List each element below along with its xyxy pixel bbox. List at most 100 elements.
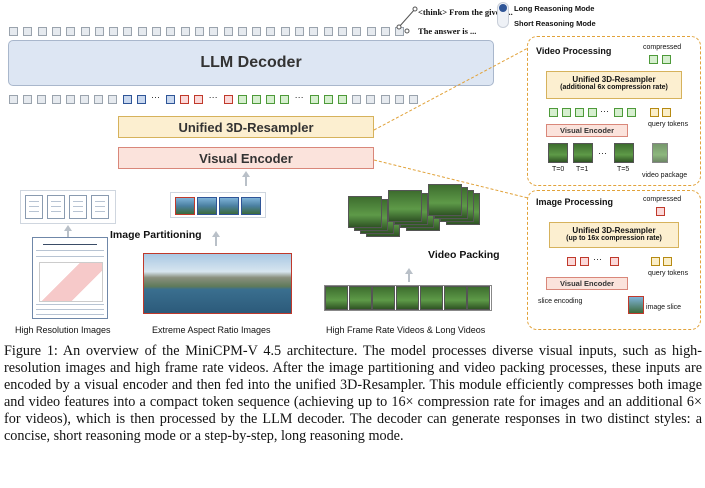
up-arrow-icon — [212, 231, 220, 237]
token — [136, 95, 146, 104]
video-encoder-label: Visual Encoder — [559, 126, 615, 135]
answer-text: The answer is ... — [418, 26, 477, 36]
video-resampler-sub: (additional 6x compression rate) — [560, 84, 668, 91]
query-token — [662, 108, 671, 117]
token — [123, 27, 133, 36]
token — [223, 95, 233, 104]
token — [280, 95, 290, 104]
image-resampler-block: Unified 3D-Resampler (up to 16x compress… — [549, 222, 679, 248]
token — [309, 27, 319, 36]
image-visual-encoder-block: Visual Encoder — [546, 277, 628, 290]
token-ellipsis: ··· — [294, 92, 304, 102]
image-processing-title: Image Processing — [536, 197, 614, 207]
token — [80, 27, 90, 36]
frame-t0-label: T=0 — [552, 166, 565, 173]
image-slice-thumbnail — [628, 296, 644, 314]
resampler-label: Unified 3D-Resampler — [178, 119, 314, 135]
image-partitioning-label: Image Partitioning — [110, 229, 202, 241]
token — [109, 27, 119, 36]
token — [108, 95, 118, 104]
image-token-ellipsis: ··· — [593, 254, 602, 264]
extreme-aspect-ratio-label: Extreme Aspect Ratio Images — [152, 325, 271, 335]
arrow-stem — [245, 176, 247, 186]
arrow-stem — [215, 236, 217, 246]
token — [180, 27, 190, 36]
arrow-stem — [408, 274, 410, 282]
compressed-token — [662, 55, 671, 64]
token — [280, 27, 290, 36]
video-compressed-label: compressed — [643, 44, 682, 51]
panel-connectors — [373, 47, 529, 199]
token — [562, 108, 571, 117]
token — [266, 27, 276, 36]
token — [194, 27, 204, 36]
token — [266, 95, 276, 104]
extreme-aspect-ratio-image — [143, 253, 292, 314]
strip-video-frame — [396, 286, 420, 310]
video-frame — [614, 143, 634, 163]
token — [51, 27, 61, 36]
token — [295, 27, 304, 36]
token — [80, 95, 89, 104]
token — [51, 95, 61, 104]
image-feature-token — [567, 257, 576, 266]
token — [9, 27, 18, 36]
token — [366, 27, 376, 36]
strip-video-frame — [325, 286, 348, 310]
image-resampler-label: Unified 3D-Resampler — [572, 226, 656, 235]
compressed-token — [649, 55, 658, 64]
video-frames-strip — [324, 285, 492, 311]
unified-3d-resampler-block: Unified 3D-Resampler — [118, 116, 374, 138]
up-arrow-icon — [242, 171, 250, 177]
token-ellipsis: ··· — [151, 92, 160, 102]
partitioned-doc-slices — [20, 190, 116, 224]
image-slice-label: image slice — [646, 304, 682, 311]
token — [37, 95, 47, 104]
slice-encoding-label: slice encoding — [538, 298, 583, 305]
video-processing-title: Video Processing — [536, 46, 612, 56]
strip-video-frame — [348, 286, 372, 310]
token — [549, 108, 558, 117]
token — [252, 27, 262, 36]
token — [152, 27, 161, 36]
query-token — [650, 108, 659, 117]
token — [122, 95, 132, 104]
token — [166, 95, 175, 104]
token — [180, 95, 190, 104]
token — [37, 27, 47, 36]
high-resolution-document-image — [32, 237, 108, 319]
query-token — [663, 257, 672, 266]
reasoning-mode-toggle[interactable] — [497, 2, 509, 28]
strip-video-frame — [372, 286, 396, 310]
up-arrow-icon — [405, 268, 413, 274]
video-resampler-block: Unified 3D-Resampler (additional 6x comp… — [546, 71, 682, 99]
token — [252, 95, 261, 104]
token — [627, 108, 636, 117]
frame-ellipsis: ··· — [598, 148, 607, 158]
token — [137, 27, 147, 36]
frame-t5-label: T=5 — [617, 166, 630, 173]
video-frame — [573, 143, 593, 163]
video-token-ellipsis: ··· — [600, 106, 609, 116]
stacked-video-frame — [348, 196, 382, 228]
encoder-label: Visual Encoder — [199, 150, 293, 166]
token — [237, 95, 247, 104]
stacked-video-frame — [388, 190, 422, 222]
mode-switch-lines-icon — [396, 6, 418, 34]
token — [66, 27, 76, 36]
token — [9, 95, 18, 104]
strip-video-frame — [467, 286, 491, 310]
token — [352, 95, 362, 104]
video-package-label: video package — [642, 172, 688, 179]
token — [380, 27, 390, 36]
stacked-video-frame — [428, 184, 462, 216]
video-packing-label: Video Packing — [428, 249, 500, 261]
video-resampler-label: Unified 3D-Resampler — [572, 75, 656, 84]
long-reasoning-mode[interactable]: Long Reasoning Mode — [514, 4, 594, 13]
token — [94, 27, 104, 36]
query-token — [651, 257, 660, 266]
image-resampler-sub: (up to 16x compression rate) — [566, 235, 662, 242]
compressed-token — [656, 207, 665, 216]
image-feature-token — [580, 257, 589, 266]
short-reasoning-mode[interactable]: Short Reasoning Mode — [514, 19, 596, 28]
